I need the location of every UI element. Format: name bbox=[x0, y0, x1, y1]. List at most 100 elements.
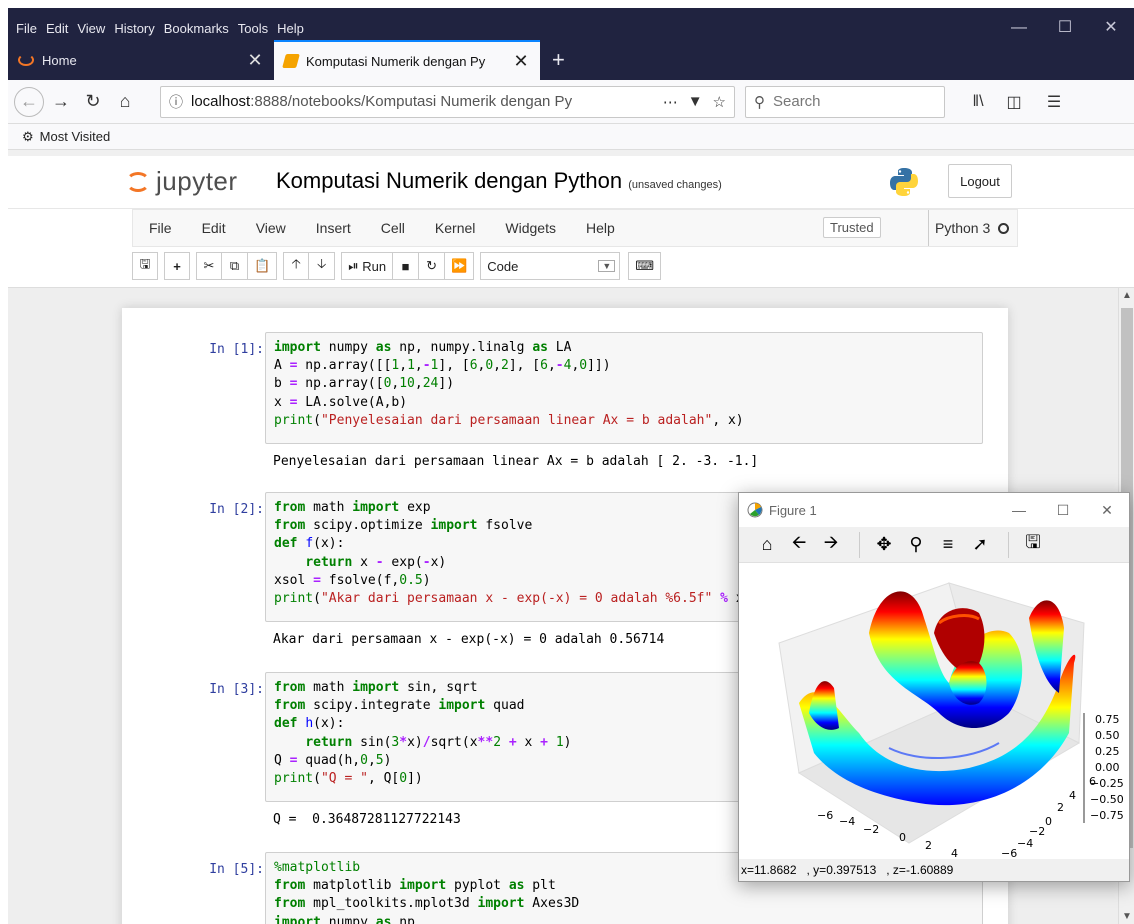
logout-button[interactable]: Logout bbox=[948, 164, 1012, 198]
toolbar-separator bbox=[1008, 531, 1009, 558]
cell-type-select[interactable]: Code ▼ bbox=[480, 252, 621, 280]
matplotlib-icon bbox=[747, 502, 763, 518]
x-tick-label: −2 bbox=[863, 823, 879, 836]
jmenu-cell[interactable]: Cell bbox=[381, 220, 405, 236]
hamburger-menu-icon[interactable]: ☰ bbox=[1039, 92, 1069, 112]
scroll-down-icon[interactable]: ▼ bbox=[1119, 911, 1134, 922]
bookmarks-toolbar: ⚙ Most Visited bbox=[8, 124, 1134, 150]
x-tick-label: 2 bbox=[925, 839, 932, 852]
paste-icon[interactable]: 📋 bbox=[248, 252, 278, 280]
move-up-icon[interactable]: 🡡 bbox=[283, 252, 310, 280]
url-text[interactable]: localhost:8888/notebooks/Komputasi Numer… bbox=[191, 93, 653, 110]
chevron-down-icon: ▼ bbox=[598, 260, 616, 272]
page-actions-icon[interactable]: ⋯ bbox=[663, 93, 678, 111]
menu-tools[interactable]: Tools bbox=[238, 21, 268, 36]
back-icon[interactable]: ← bbox=[14, 86, 44, 117]
menu-file[interactable]: File bbox=[16, 21, 37, 36]
jmenu-help[interactable]: Help bbox=[586, 220, 615, 236]
tab-label: Home bbox=[42, 52, 77, 68]
figure-window[interactable]: Figure 1 — ☐ ✕ ⌂ 🡨 🡪 ✥ ⚲ ≡ ➚ 🖫 0.75 0.50… bbox=[738, 492, 1130, 882]
tab-label: Komputasi Numerik dengan Py bbox=[306, 53, 486, 69]
move-down-icon[interactable]: 🡣 bbox=[309, 252, 336, 280]
menu-history[interactable]: History bbox=[114, 21, 154, 36]
x-tick-label: 4 bbox=[951, 847, 958, 859]
jmenu-file[interactable]: File bbox=[149, 220, 172, 236]
x-tick-label: −6 bbox=[817, 809, 833, 822]
library-icon[interactable]: ‖\ bbox=[963, 93, 993, 111]
jupyter-logo-icon bbox=[126, 171, 150, 192]
jmenu-kernel[interactable]: Kernel bbox=[435, 220, 475, 236]
zoom-icon[interactable]: ⚲ bbox=[902, 534, 930, 555]
cell-prompt: In [3]: bbox=[209, 682, 264, 697]
notebook-favicon-icon bbox=[282, 54, 300, 68]
info-icon[interactable]: ⓘ bbox=[169, 92, 183, 112]
insert-cell-icon[interactable]: + bbox=[164, 252, 190, 280]
jupyter-favicon-icon bbox=[18, 54, 34, 66]
home-icon[interactable]: ⌂ bbox=[753, 534, 781, 555]
jmenu-edit[interactable]: Edit bbox=[202, 220, 226, 236]
menu-bookmarks[interactable]: Bookmarks bbox=[164, 21, 229, 36]
save-icon[interactable]: 🖫 bbox=[132, 252, 158, 280]
fast-forward-icon[interactable]: ⏩ bbox=[445, 252, 475, 280]
copy-icon[interactable]: ⧉ bbox=[222, 252, 248, 280]
tab-home[interactable]: Home ✕ bbox=[8, 40, 274, 80]
tab-notebook[interactable]: Komputasi Numerik dengan Py ✕ bbox=[274, 40, 540, 80]
close-icon[interactable]: ✕ bbox=[1088, 8, 1134, 48]
figure-titlebar[interactable]: Figure 1 — ☐ ✕ bbox=[739, 493, 1129, 527]
edit-axes-icon[interactable]: ➚ bbox=[966, 534, 994, 555]
save-figure-icon[interactable]: 🖫 bbox=[1019, 530, 1047, 560]
sidebar-icon[interactable]: ◫ bbox=[999, 92, 1029, 112]
menu-view[interactable]: View bbox=[77, 21, 105, 36]
tab-close-icon[interactable]: ✕ bbox=[246, 50, 264, 71]
z-tick-label: 0.00 bbox=[1095, 761, 1120, 774]
forward-arrow-icon[interactable]: 🡪 bbox=[817, 530, 845, 560]
jmenu-widgets[interactable]: Widgets bbox=[505, 220, 556, 236]
search-input[interactable]: ⚲ Search bbox=[745, 85, 945, 118]
figure-maximize-icon[interactable]: ☐ bbox=[1041, 493, 1085, 527]
cut-icon[interactable]: ✂ bbox=[196, 252, 222, 280]
x-tick-label: 0 bbox=[899, 831, 906, 844]
minimize-icon[interactable]: — bbox=[996, 8, 1042, 48]
pan-icon[interactable]: ✥ bbox=[870, 534, 898, 555]
cell-output: Akar dari persamaan x - exp(-x) = 0 adal… bbox=[273, 632, 665, 647]
notebook-title[interactable]: Komputasi Numerik dengan Python (unsaved… bbox=[276, 168, 722, 194]
cell-output: Penyelesaian dari persamaan linear Ax = … bbox=[273, 454, 759, 469]
y-tick-label: 4 bbox=[1069, 789, 1076, 802]
subplots-icon[interactable]: ≡ bbox=[934, 534, 962, 555]
maximize-icon[interactable]: ☐ bbox=[1042, 8, 1088, 48]
reload-icon[interactable]: ↻ bbox=[78, 87, 108, 117]
restart-icon[interactable]: ↻ bbox=[419, 252, 446, 280]
y-axis: 6 4 2 0 −2 −4 −6 bbox=[1001, 775, 1096, 859]
y-tick-label: 0 bbox=[1045, 815, 1052, 828]
url-bar[interactable]: ⓘ localhost:8888/notebooks/Komputasi Num… bbox=[160, 85, 735, 118]
forward-icon[interactable]: → bbox=[46, 87, 76, 117]
y-tick-label: −6 bbox=[1001, 847, 1017, 859]
figure-status-bar: x=11.8682 , y=0.397513 , z=-1.60889 bbox=[739, 859, 1129, 881]
y-tick-label: 6 bbox=[1089, 775, 1096, 788]
code-input[interactable]: import numpy as np, numpy.linalg as LA A… bbox=[265, 332, 983, 444]
jupyter-logo[interactable]: jupyter bbox=[126, 166, 238, 197]
keyboard-icon[interactable]: ⌨ bbox=[628, 252, 662, 280]
surface-plot[interactable]: 0.75 0.50 0.25 0.00 −0.25 −0.50 −0.75 −6… bbox=[739, 563, 1129, 859]
figure-minimize-icon[interactable]: — bbox=[997, 493, 1041, 527]
home-icon[interactable]: ⌂ bbox=[110, 87, 140, 117]
cell-prompt: In [2]: bbox=[209, 502, 264, 517]
z-tick-label: 0.25 bbox=[1095, 745, 1120, 758]
bookmark-most-visited[interactable]: Most Visited bbox=[40, 129, 111, 144]
figure-close-icon[interactable]: ✕ bbox=[1085, 493, 1129, 527]
trusted-badge[interactable]: Trusted bbox=[823, 217, 881, 238]
z-tick-label: 0.50 bbox=[1095, 729, 1120, 742]
jmenu-view[interactable]: View bbox=[256, 220, 286, 236]
stop-icon[interactable]: ■ bbox=[393, 252, 420, 280]
figure-title: Figure 1 bbox=[769, 502, 817, 518]
pocket-icon[interactable]: ▼ bbox=[688, 93, 703, 110]
bookmark-star-icon[interactable]: ☆ bbox=[713, 93, 726, 111]
jmenu-insert[interactable]: Insert bbox=[316, 220, 351, 236]
scroll-up-icon[interactable]: ▲ bbox=[1119, 290, 1134, 301]
tab-close-icon[interactable]: ✕ bbox=[512, 51, 530, 72]
back-arrow-icon[interactable]: 🡨 bbox=[785, 530, 813, 560]
menu-edit[interactable]: Edit bbox=[46, 21, 68, 36]
run-button[interactable]: ⏯ Run bbox=[341, 252, 394, 280]
z-tick-label: 0.75 bbox=[1095, 713, 1120, 726]
menu-help[interactable]: Help bbox=[277, 21, 304, 36]
